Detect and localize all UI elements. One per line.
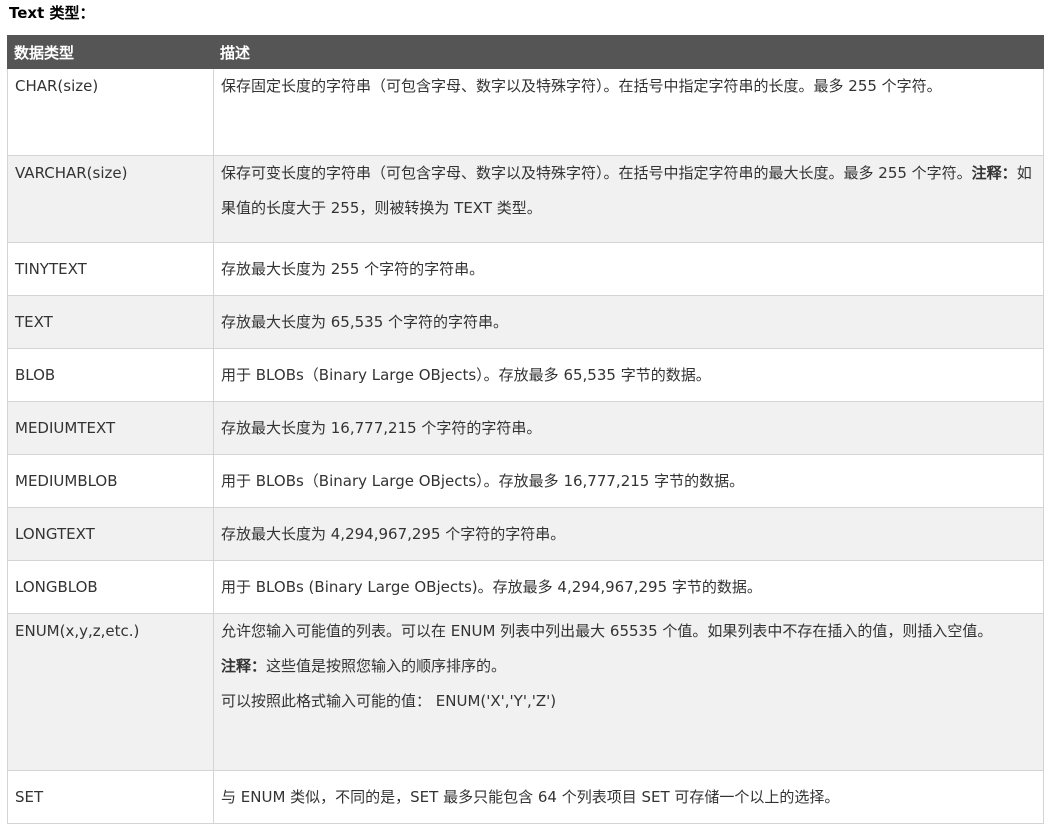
description-cell: 保存固定长度的字符串（可包含字母、数字以及特殊字符）。在括号中指定字符串的长度。… — [213, 68, 1044, 156]
note-label: 注释： — [221, 657, 267, 675]
type-cell: LONGBLOB — [7, 560, 214, 614]
header-data-type: 数据类型 — [7, 35, 214, 69]
description-cell: 存放最大长度为 65,535 个字符的字符串。 — [213, 295, 1044, 349]
section-title: Text 类型： — [9, 4, 95, 22]
table-row: MEDIUMBLOB 用于 BLOBs（Binary Large OBjects… — [7, 454, 1044, 508]
description-cell: 与 ENUM 类似，不同的是，SET 最多只能包含 64 个列表项目 SET 可… — [213, 770, 1044, 824]
extra-text: 可以按照此格式输入可能的值： ENUM('X','Y','Z') — [221, 692, 557, 710]
description-text: 用于 BLOBs (Binary Large OBjects)。存放最多 4,2… — [221, 578, 762, 596]
table-row: SET 与 ENUM 类似，不同的是，SET 最多只能包含 64 个列表项目 S… — [7, 770, 1044, 824]
table-row: MEDIUMTEXT 存放最大长度为 16,777,215 个字符的字符串。 — [7, 401, 1044, 455]
note-line: 注释：这些值是按照您输入的顺序排序的。 — [221, 649, 1036, 684]
type-cell: VARCHAR(size) — [7, 155, 214, 243]
description-cell: 用于 BLOBs（Binary Large OBjects）。存放最多 16,7… — [213, 454, 1044, 508]
description-text: 用于 BLOBs（Binary Large OBjects）。存放最多 65,5… — [221, 366, 711, 384]
description-cell: 存放最大长度为 16,777,215 个字符的字符串。 — [213, 401, 1044, 455]
table-row: BLOB 用于 BLOBs（Binary Large OBjects）。存放最多… — [7, 348, 1044, 402]
table-row: VARCHAR(size) 保存可变长度的字符串（可包含字母、数字以及特殊字符）… — [7, 155, 1044, 243]
note-text: 这些值是按照您输入的顺序排序的。 — [266, 657, 507, 675]
description-text: 存放最大长度为 65,535 个字符的字符串。 — [221, 313, 509, 331]
type-cell: MEDIUMBLOB — [7, 454, 214, 508]
type-cell: CHAR(size) — [7, 68, 214, 156]
table-row: CHAR(size) 保存固定长度的字符串（可包含字母、数字以及特殊字符）。在括… — [7, 68, 1044, 156]
description-cell: 存放最大长度为 4,294,967,295 个字符的字符串。 — [213, 507, 1044, 561]
page: Text 类型： 数据类型 描述 CHAR(size) 保存固定长度的字符串（可… — [0, 0, 1047, 834]
description-text: 允许您输入可能值的列表。可以在 ENUM 列表中列出最大 65535 个值。如果… — [221, 622, 993, 640]
table-row: TEXT 存放最大长度为 65,535 个字符的字符串。 — [7, 295, 1044, 349]
description-text: 用于 BLOBs（Binary Large OBjects）。存放最多 16,7… — [221, 472, 745, 490]
table-row: LONGBLOB 用于 BLOBs (Binary Large OBjects)… — [7, 560, 1044, 614]
type-cell: TEXT — [7, 295, 214, 349]
description-cell: 用于 BLOBs (Binary Large OBjects)。存放最多 4,2… — [213, 560, 1044, 614]
description-text: 存放最大长度为 255 个字符的字符串。 — [221, 260, 485, 278]
type-cell: SET — [7, 770, 214, 824]
table-row: LONGTEXT 存放最大长度为 4,294,967,295 个字符的字符串。 — [7, 507, 1044, 561]
type-cell: LONGTEXT — [7, 507, 214, 561]
description-cell: 保存可变长度的字符串（可包含字母、数字以及特殊字符）。在括号中指定字符串的最大长… — [213, 155, 1044, 243]
description-cell: 用于 BLOBs（Binary Large OBjects）。存放最多 65,5… — [213, 348, 1044, 402]
description-text: 与 ENUM 类似，不同的是，SET 最多只能包含 64 个列表项目 SET 可… — [221, 788, 840, 806]
type-cell: MEDIUMTEXT — [7, 401, 214, 455]
data-types-table: 数据类型 描述 CHAR(size) 保存固定长度的字符串（可包含字母、数字以及… — [7, 35, 1044, 824]
description-text: 保存可变长度的字符串（可包含字母、数字以及特殊字符）。在括号中指定字符串的最大长… — [221, 164, 972, 182]
description-cell: 存放最大长度为 255 个字符的字符串。 — [213, 242, 1044, 296]
description-text: 存放最大长度为 16,777,215 个字符的字符串。 — [221, 419, 542, 437]
type-cell: ENUM(x,y,z,etc.) — [7, 613, 214, 771]
description-text: 保存固定长度的字符串（可包含字母、数字以及特殊字符）。在括号中指定字符串的长度。… — [221, 77, 942, 95]
description-cell: 允许您输入可能值的列表。可以在 ENUM 列表中列出最大 65535 个值。如果… — [213, 613, 1044, 771]
table-row: ENUM(x,y,z,etc.) 允许您输入可能值的列表。可以在 ENUM 列表… — [7, 613, 1044, 771]
description-text: 存放最大长度为 4,294,967,295 个字符的字符串。 — [221, 525, 566, 543]
header-description: 描述 — [213, 35, 1044, 69]
table-header-row: 数据类型 描述 — [7, 35, 1044, 69]
type-cell: BLOB — [7, 348, 214, 402]
note-label: 注释： — [971, 164, 1017, 182]
type-cell: TINYTEXT — [7, 242, 214, 296]
table-row: TINYTEXT 存放最大长度为 255 个字符的字符串。 — [7, 242, 1044, 296]
